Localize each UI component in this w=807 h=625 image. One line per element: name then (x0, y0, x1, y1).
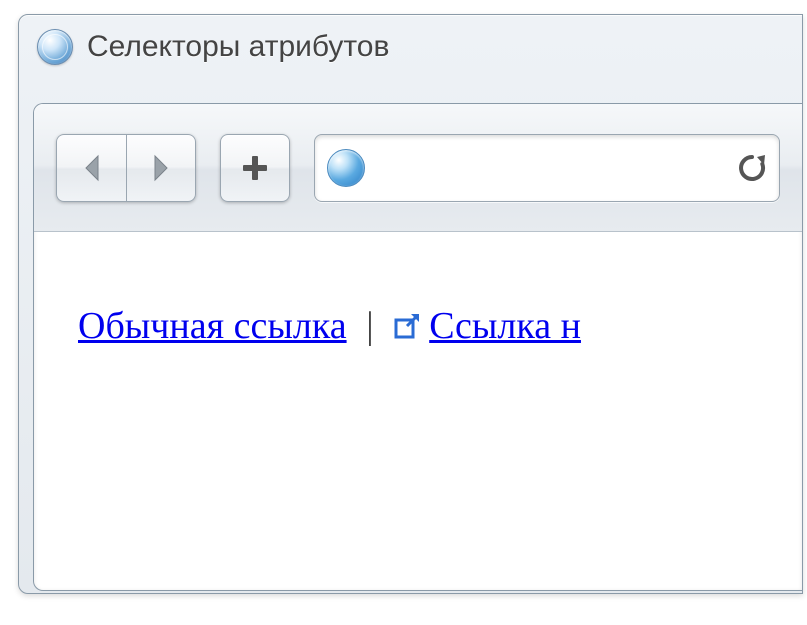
newtab-button[interactable] (220, 134, 290, 202)
forward-button[interactable] (126, 134, 196, 202)
normal-link[interactable]: Обычная ссылка (78, 305, 347, 347)
external-link[interactable]: Ссылка н (429, 305, 581, 347)
back-arrow-icon (82, 154, 102, 182)
address-bar[interactable] (314, 134, 780, 202)
separator: | (356, 305, 384, 347)
globe-icon (327, 149, 365, 187)
external-link-icon (393, 312, 421, 340)
safari-icon (37, 29, 73, 65)
toolbar (34, 104, 802, 232)
browser-window: Селекторы атрибутов (18, 14, 803, 594)
reload-button[interactable] (737, 153, 767, 183)
plus-icon (241, 154, 269, 182)
browser-frame: Обычная ссылка | Ссылка н (33, 103, 802, 591)
forward-arrow-icon (151, 154, 171, 182)
address-input[interactable] (375, 135, 727, 201)
page-content: Обычная ссылка | Ссылка н (34, 232, 802, 368)
back-button[interactable] (56, 134, 126, 202)
reload-icon (737, 153, 767, 183)
titlebar: Селекторы атрибутов (19, 15, 802, 83)
nav-button-group (56, 134, 196, 202)
window-title: Селекторы атрибутов (87, 30, 389, 64)
